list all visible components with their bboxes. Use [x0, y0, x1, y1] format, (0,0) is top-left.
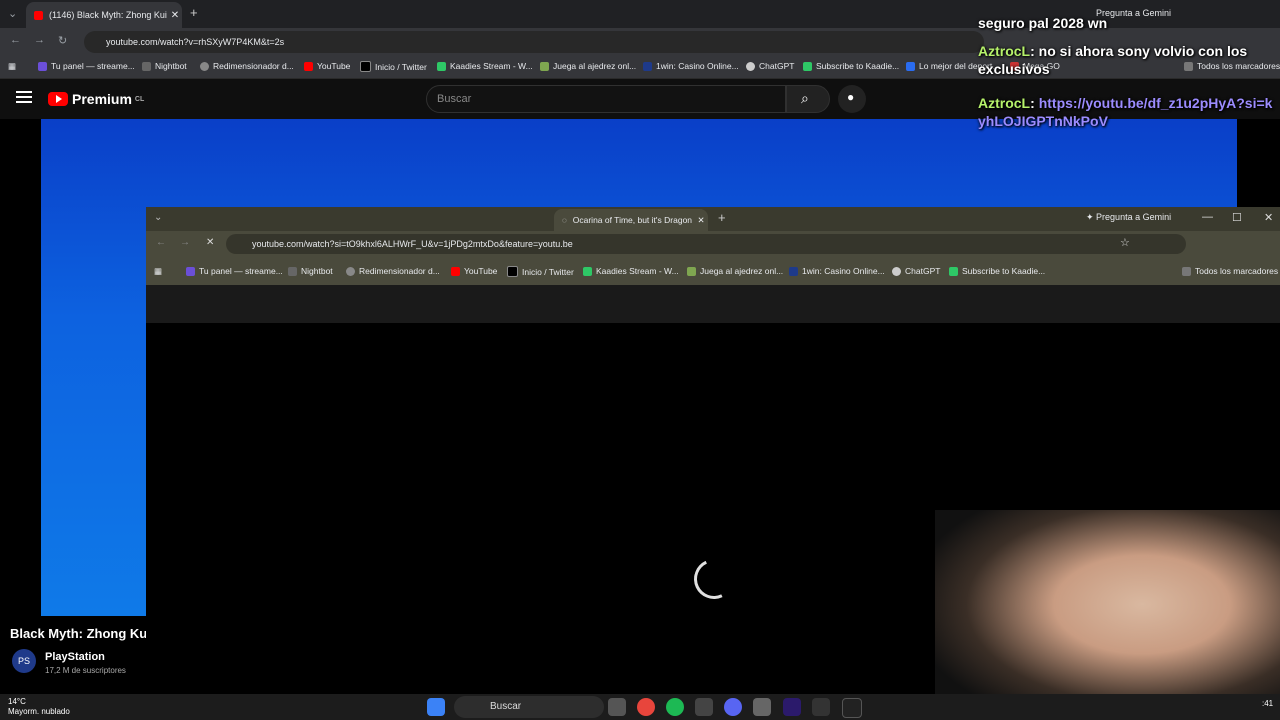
bookmark-item[interactable]: Kaadies Stream - W...	[437, 61, 533, 71]
bookmark-item[interactable]: Nightbot	[288, 266, 333, 276]
stop-loading-icon[interactable]: ✕	[206, 237, 214, 248]
page-loading-header	[146, 285, 1280, 323]
front-bookmarks-bar: ▦ Tu panel — streame... Nightbot Redimen…	[146, 257, 1280, 285]
front-tab-active[interactable]: ◌ Ocarina of Time, but it's Dragon ✕	[554, 209, 708, 231]
tab-list-icon[interactable]: ⌄	[8, 7, 17, 20]
clock: :41	[1262, 699, 1274, 708]
youtube-play-icon	[48, 92, 68, 106]
bookmark-item[interactable]: Juega al ajedrez onl...	[687, 266, 783, 276]
hamburger-menu-icon[interactable]	[16, 91, 32, 103]
back-tab-title: (1146) Black Myth: Zhong Kui -	[49, 10, 168, 20]
premiere-icon[interactable]	[783, 698, 801, 716]
back-address-bar[interactable]: youtube.com/watch?v=rhSXyW7P4KM&t=2s	[84, 31, 984, 53]
chrome-icon[interactable]	[637, 698, 655, 716]
close-tab-icon[interactable]: ✕	[694, 215, 708, 226]
channel-name[interactable]: PlayStation	[45, 651, 105, 663]
loading-favicon-icon: ◌	[562, 215, 567, 225]
back-tab-active[interactable]: (1146) Black Myth: Zhong Kui - ✕	[26, 2, 182, 28]
channel-subscribers: 17,2 M de suscriptores	[45, 666, 126, 675]
chat-message: seguro pal 2028 wn	[978, 15, 1108, 31]
close-tab-icon[interactable]: ✕	[168, 10, 182, 21]
youtube-premium-logo[interactable]: Premium CL	[48, 91, 144, 107]
bookmark-item[interactable]: Inicio / Twitter	[360, 61, 427, 72]
voice-search-button[interactable]: ●	[838, 85, 866, 113]
all-bookmarks-folder[interactable]: Todos los marcadores	[1182, 266, 1278, 276]
youtube-search-button[interactable]: ⌕	[786, 85, 830, 113]
bookmark-item[interactable]: Tu panel — streame...	[186, 266, 283, 276]
maximize-icon[interactable]: ☐	[1232, 211, 1242, 224]
bookmark-item[interactable]: ChatGPT	[746, 61, 794, 71]
chat-username: AztrocL	[978, 95, 1031, 111]
youtube-favicon-icon	[34, 10, 43, 20]
back-arrow-icon[interactable]: ←	[156, 237, 166, 248]
bookmark-item[interactable]: Subscribe to Kaadie...	[949, 266, 1045, 276]
bookmark-item[interactable]: YouTube	[451, 266, 497, 276]
bookmark-item[interactable]: Tu panel — streame...	[38, 61, 135, 71]
bookmark-item[interactable]: Redimensionador d...	[200, 61, 294, 71]
forward-arrow-icon[interactable]: →	[180, 237, 190, 248]
video-title: Black Myth: Zhong Kui	[10, 626, 151, 641]
discord-icon[interactable]	[724, 698, 742, 716]
new-tab-button[interactable]: +	[190, 5, 198, 20]
reload-icon[interactable]: ↻	[58, 34, 67, 47]
task-view-icon[interactable]	[608, 698, 626, 716]
bookmark-item[interactable]: Subscribe to Kaadie...	[803, 61, 899, 71]
taskbar-search[interactable]: Buscar	[454, 696, 604, 718]
front-gemini-button[interactable]: ✦ Pregunta a Gemini	[1086, 212, 1171, 223]
windows-start-icon[interactable]	[427, 698, 445, 716]
youtube-search-input[interactable]: Buscar	[426, 85, 786, 113]
search-icon: ⌕	[801, 90, 809, 106]
bookmark-item[interactable]: Juega al ajedrez onl...	[540, 61, 636, 71]
bookmark-item[interactable]: 1win: Casino Online...	[643, 61, 739, 71]
bookmark-item[interactable]: Inicio / Twitter	[507, 266, 574, 277]
bookmark-item[interactable]: YouTube	[304, 61, 350, 71]
spotify-icon[interactable]	[666, 698, 684, 716]
minimize-icon[interactable]: —	[1202, 211, 1213, 223]
bookmark-item[interactable]: Kaadies Stream - W...	[583, 266, 679, 276]
chat-message: AztrocL: https://youtu.be/df_z1u2pHyA?si…	[978, 95, 1273, 129]
forward-arrow-icon[interactable]: →	[34, 34, 45, 46]
bookmark-star-icon[interactable]: ☆	[1120, 236, 1130, 249]
bookmark-item[interactable]: 1win: Casino Online...	[789, 266, 885, 276]
new-tab-button[interactable]: +	[718, 210, 726, 225]
app-icon[interactable]	[812, 698, 830, 716]
front-address-bar[interactable]: youtube.com/watch?si=tO9khxl6ALHWrF_U&v=…	[226, 234, 1186, 254]
weather-widget[interactable]: 14°C Mayorm. nublado	[8, 697, 70, 717]
front-url-text: youtube.com/watch?si=tO9khxl6ALHWrF_U&v=…	[252, 239, 573, 249]
tab-list-icon[interactable]: ⌄	[154, 212, 162, 223]
back-arrow-icon[interactable]: ←	[10, 34, 21, 46]
bookmark-item[interactable]: ChatGPT	[892, 266, 940, 276]
apps-grid-icon[interactable]: ▦	[154, 266, 162, 277]
front-tab-bar: ⌄ ◌ Ocarina of Time, but it's Dragon ✕ +…	[146, 207, 1280, 231]
app-icon[interactable]	[753, 698, 771, 716]
chat-username: AztrocL	[978, 43, 1031, 59]
front-tab-title: Ocarina of Time, but it's Dragon	[572, 215, 693, 225]
windows-taskbar: 14°C Mayorm. nublado Buscar :41	[0, 694, 1280, 720]
bookmark-item[interactable]: Redimensionador d...	[346, 266, 440, 276]
apps-grid-icon[interactable]: ▦	[8, 61, 16, 72]
back-url-text: youtube.com/watch?v=rhSXyW7P4KM&t=2s	[106, 37, 285, 47]
app-icon[interactable]	[695, 698, 713, 716]
app-icon[interactable]	[842, 698, 862, 718]
microphone-icon: ●	[847, 90, 855, 104]
front-nav-bar: ← → ✕ youtube.com/watch?si=tO9khxl6ALHWr…	[146, 231, 1280, 257]
chat-message: AztrocL: no si ahora sony volvio con los…	[978, 43, 1248, 77]
loading-spinner-icon	[688, 553, 740, 605]
webcam-overlay	[935, 510, 1280, 720]
close-window-icon[interactable]: ✕	[1264, 211, 1273, 224]
bookmark-item[interactable]: Nightbot	[142, 61, 187, 71]
channel-avatar[interactable]: PS	[12, 649, 36, 673]
